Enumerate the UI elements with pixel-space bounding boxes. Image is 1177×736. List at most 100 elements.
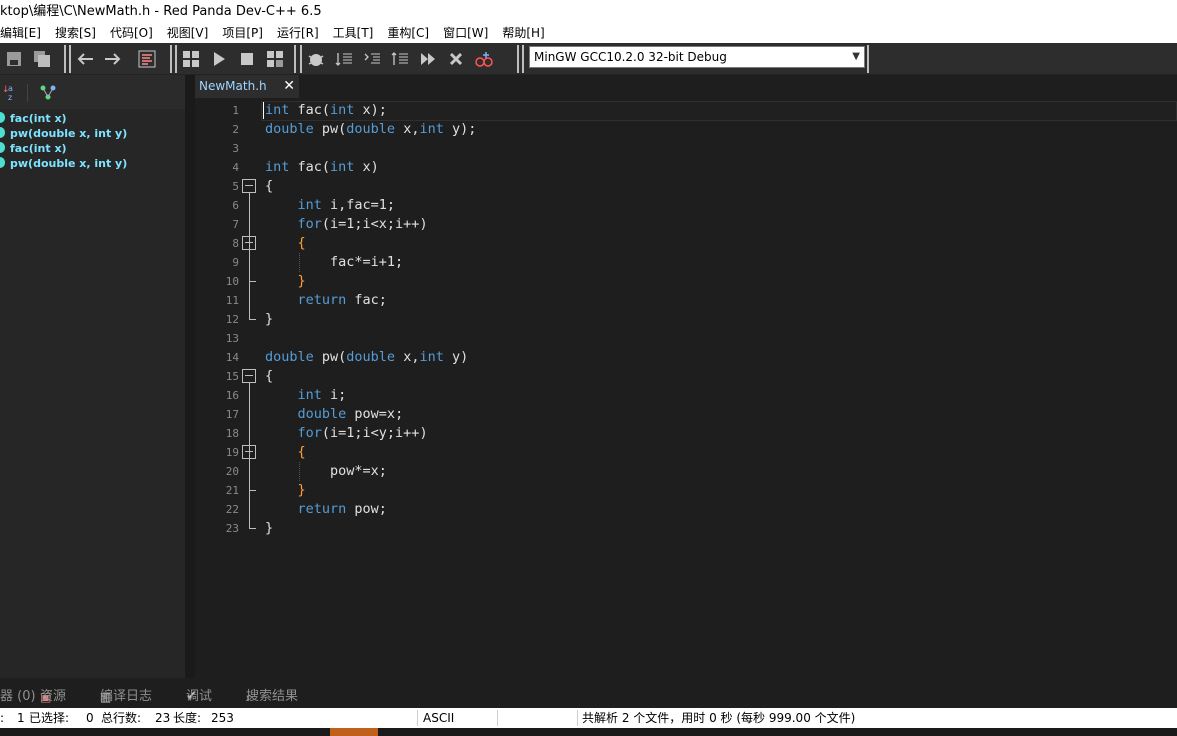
step-out-icon[interactable] <box>386 46 414 72</box>
tab-compile-log-label: 编译日志 <box>100 689 153 704</box>
code-line: return fac; <box>297 292 387 308</box>
menu-search[interactable]: 搜索[S] <box>48 23 103 43</box>
fold-toggle-icon[interactable] <box>242 369 256 383</box>
back-arrow-icon[interactable] <box>71 46 99 72</box>
compiler-select[interactable]: MinGW GCC10.2.0 32-bit Debug ▼ <box>529 46 865 68</box>
code-line: double pow=x; <box>297 406 404 422</box>
menu-tools[interactable]: 工具[T] <box>326 23 381 43</box>
status-length-label: 长度: <box>173 711 202 725</box>
code-line: for(i=1;i<x;i++) <box>297 216 428 232</box>
code-line: } <box>265 520 274 536</box>
code-line: { <box>265 178 274 194</box>
tab-debug-label: 调试 <box>186 689 213 704</box>
class-browser-toolbar: ↓ a z <box>0 75 185 109</box>
menu-view[interactable]: 视图[V] <box>160 23 216 43</box>
line-number: 8 <box>232 237 239 250</box>
fold-toggle-icon[interactable] <box>242 236 256 250</box>
forward-arrow-icon[interactable] <box>99 46 127 72</box>
debug-bug-icon[interactable] <box>302 46 330 72</box>
menu-edit[interactable]: 编辑[E] <box>0 23 48 43</box>
close-icon[interactable]: ✕ <box>283 75 295 98</box>
status-parse-info: 共解析 2 个文件，用时 0 秒 (每秒 999.00 个文件) <box>582 711 856 725</box>
sort-alpha-icon[interactable]: ↓ a z <box>2 83 18 105</box>
menu-refactor[interactable]: 重构[C] <box>380 23 436 43</box>
line-number: 7 <box>232 218 239 231</box>
line-number: 6 <box>232 199 239 212</box>
status-total: 23 <box>155 711 171 725</box>
rebuild-icon[interactable] <box>261 46 289 72</box>
tab-search-results-label: 搜索结果 <box>246 689 299 704</box>
code-line: return pow; <box>297 501 387 517</box>
debug-toolbar-group <box>300 45 519 73</box>
format-code-icon[interactable] <box>133 46 161 72</box>
add-watch-icon[interactable] <box>470 46 498 72</box>
step-into-icon[interactable] <box>358 46 386 72</box>
tab-label: NewMath.h <box>199 79 267 93</box>
tab-newmath[interactable]: NewMath.h ✕ <box>195 75 299 98</box>
nav-toolbar-group <box>69 45 172 73</box>
class-item[interactable]: fac(int x) <box>0 141 67 156</box>
code-line: } <box>297 482 306 498</box>
line-number: 4 <box>232 161 239 174</box>
line-number: 3 <box>232 142 239 155</box>
status-line-prefix: : <box>0 711 5 725</box>
menu-project[interactable]: 项目[P] <box>215 23 270 43</box>
stop-debug-icon[interactable] <box>442 46 470 72</box>
continue-icon[interactable] <box>414 46 442 72</box>
chevron-down-icon: ▼ <box>852 51 860 62</box>
class-item[interactable]: pw(double x, int y) <box>0 126 127 141</box>
stop-icon[interactable] <box>233 46 261 72</box>
menu-window[interactable]: 窗口[W] <box>436 23 495 43</box>
line-number: 12 <box>225 313 239 326</box>
svg-text:a: a <box>8 84 13 93</box>
menu-code[interactable]: 代码[O] <box>103 23 160 43</box>
taskbar-strip <box>0 728 1177 736</box>
line-number: 10 <box>225 275 239 288</box>
status-length: 253 <box>211 711 234 725</box>
code-line: int i,fac=1; <box>297 197 396 213</box>
fold-end <box>249 281 256 282</box>
line-number: 15 <box>225 370 239 383</box>
code-line: { <box>265 368 274 384</box>
status-selected-label: 已选择: <box>29 711 70 725</box>
status-selected: 0 <box>86 711 94 725</box>
line-number: 22 <box>225 503 239 516</box>
run-icon[interactable] <box>205 46 233 72</box>
status-bar: : 1 已选择: 0 总行数: 23 长度: 253 ASCII 共解析 2 个… <box>0 708 1177 728</box>
tab-resources-label: 资源 <box>40 689 67 704</box>
tab-messages[interactable]: 器 (0) <box>0 686 36 708</box>
taskbar-active-item[interactable] <box>330 728 378 736</box>
status-line: 1 <box>17 711 25 725</box>
code-line: pow*=x; <box>265 463 387 479</box>
save-all-icon[interactable] <box>28 46 56 72</box>
line-number: 16 <box>225 389 239 402</box>
line-number: 2 <box>232 123 239 136</box>
line-number: 9 <box>232 256 239 269</box>
menu-help[interactable]: 帮助[H] <box>495 23 551 43</box>
compile-icon[interactable] <box>177 46 205 72</box>
line-number: 11 <box>225 294 239 307</box>
current-line-highlight <box>261 101 1177 121</box>
code-line: int fac(int x); <box>265 102 387 118</box>
line-number: 19 <box>225 446 239 459</box>
fold-toggle-icon[interactable] <box>242 179 256 193</box>
menu-run[interactable]: 运行[R] <box>270 23 326 43</box>
line-number: 21 <box>225 484 239 497</box>
status-encoding: ASCII <box>423 711 455 725</box>
line-number: 14 <box>225 351 239 364</box>
line-number: 13 <box>225 332 239 345</box>
fold-toggle-icon[interactable] <box>242 445 256 459</box>
compile-toolbar-group <box>175 45 296 73</box>
step-over-icon[interactable] <box>330 46 358 72</box>
line-number: 18 <box>225 427 239 440</box>
status-total-label: 总行数: <box>101 711 142 725</box>
code-editor[interactable]: 1 2 3 4 5 6 7 8 9 10 11 12 13 14 15 16 1… <box>195 98 1177 678</box>
compiler-select-value: MinGW GCC10.2.0 32-bit Debug <box>534 50 727 64</box>
fold-end <box>249 528 256 529</box>
svg-text:z: z <box>8 93 12 101</box>
class-item[interactable]: fac(int x) <box>0 111 67 126</box>
class-item[interactable]: pw(double x, int y) <box>0 156 127 171</box>
panel-splitter[interactable] <box>185 75 195 678</box>
sort-type-icon[interactable] <box>40 85 56 105</box>
save-icon[interactable] <box>0 46 28 72</box>
